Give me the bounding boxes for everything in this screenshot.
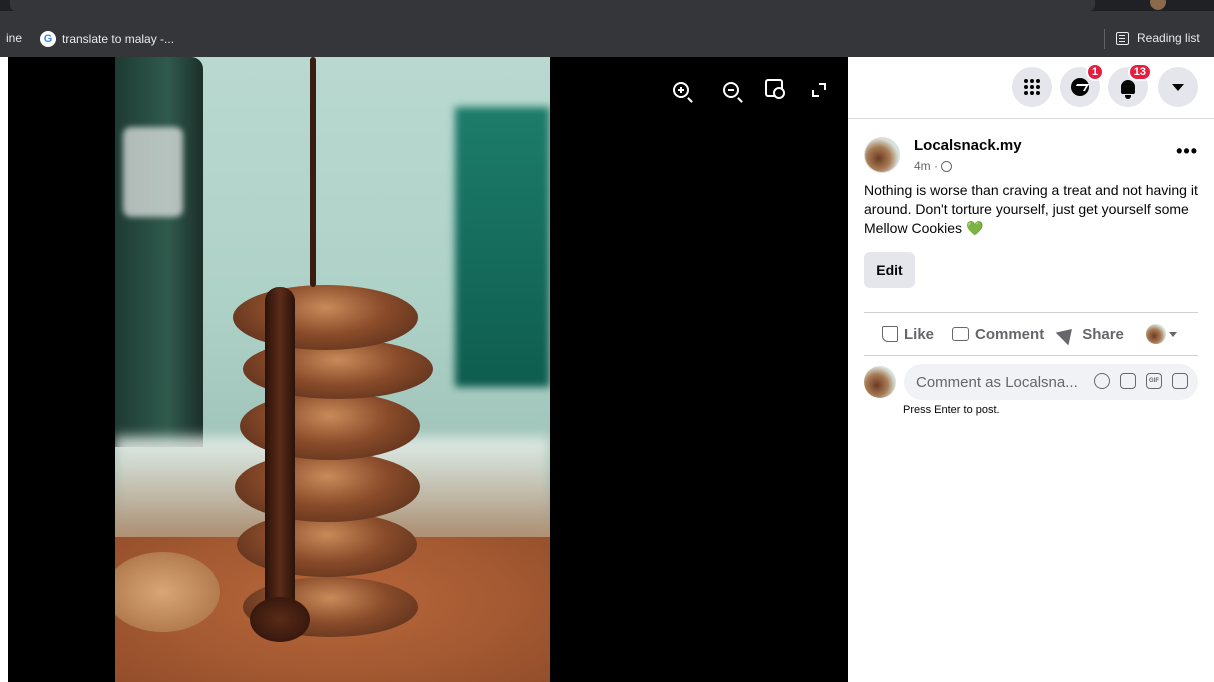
reading-list-button[interactable]: Reading list: [1116, 31, 1200, 45]
post-panel: 1 13 Localsnack.my 4m · ••• Nothing is w…: [848, 57, 1214, 682]
address-bar[interactable]: [10, 0, 1095, 11]
share-label: Share: [1082, 325, 1124, 343]
edit-button[interactable]: Edit: [864, 252, 915, 288]
globe-icon: [941, 160, 952, 172]
messenger-badge: 1: [1085, 63, 1104, 81]
google-icon: G: [40, 31, 56, 47]
grid-menu-icon: [1024, 79, 1040, 95]
photo-jar: [115, 57, 203, 447]
bell-icon: [1121, 80, 1135, 99]
photo-chocolate-drip: [310, 57, 316, 287]
photo-viewer: [8, 57, 848, 682]
press-enter-hint: Press Enter to post.: [903, 404, 1000, 416]
sticker-icon[interactable]: [1172, 373, 1188, 389]
comment-icon: [952, 327, 970, 341]
post-photo[interactable]: [115, 57, 550, 682]
bookmark-translate[interactable]: G translate to malay -...: [40, 31, 174, 47]
photo-chocolate-flow: [265, 287, 295, 617]
messenger-button[interactable]: 1: [1060, 63, 1104, 107]
photo-chocolate-pool: [250, 597, 310, 642]
fullscreen-icon: [812, 83, 826, 97]
page-name[interactable]: Localsnack.my: [914, 137, 1022, 154]
emoji-icon[interactable]: [1094, 373, 1110, 389]
like-button[interactable]: Like: [882, 326, 934, 343]
reading-list-icon: [1116, 31, 1129, 45]
bookmarks-bar: ine G translate to malay -... Reading li…: [0, 11, 1214, 57]
comment-tools: GIF: [1094, 373, 1188, 389]
camera-icon[interactable]: [1120, 373, 1136, 389]
post-actions: Like Comment Share: [864, 319, 1198, 349]
share-icon: [1055, 322, 1079, 346]
page-avatar[interactable]: [864, 137, 900, 173]
comment-composer: Comment as Localsna... GIF: [864, 364, 1198, 400]
screen: ine G translate to malay -... Reading li…: [0, 0, 1214, 682]
account-button[interactable]: [1158, 67, 1198, 107]
post-as-selector[interactable]: [1145, 324, 1177, 344]
more-options-icon[interactable]: •••: [1176, 141, 1198, 162]
bookmark-item[interactable]: ine: [6, 31, 22, 45]
profile-avatar[interactable]: [1150, 0, 1166, 10]
reading-list-label: Reading list: [1137, 31, 1200, 45]
green-heart-emoji: 💚: [965, 220, 984, 236]
comment-button[interactable]: Comment: [952, 326, 1044, 343]
post-meta: 4m ·: [914, 159, 952, 173]
post-body: Nothing is worse than craving a treat an…: [864, 182, 1198, 236]
divider: [864, 355, 1198, 356]
comment-placeholder: Comment as Localsna...: [916, 373, 1078, 391]
commenter-avatar: [864, 366, 896, 398]
gif-icon[interactable]: GIF: [1146, 373, 1162, 389]
thumbs-up-icon: [882, 326, 898, 342]
zoom-out-icon: [723, 82, 739, 98]
messenger-icon: [1071, 78, 1089, 96]
zoom-in-button[interactable]: [670, 79, 692, 101]
tag-icon: [765, 79, 785, 99]
photo-teal-box: [455, 107, 550, 387]
caret-down-icon: [1168, 331, 1177, 337]
post-time[interactable]: 4m ·: [914, 159, 938, 173]
tag-photo-button[interactable]: [763, 77, 785, 99]
like-label: Like: [904, 325, 935, 343]
post-text: Nothing is worse than craving a treat an…: [864, 181, 1198, 238]
bookmark-label: translate to malay -...: [62, 32, 175, 46]
menu-button[interactable]: [1012, 67, 1052, 107]
browser-tabstrip: [0, 0, 1214, 11]
photo-cookie: [233, 285, 418, 350]
bookmarks-divider: [1104, 29, 1105, 49]
page-avatar-small: [1145, 324, 1166, 344]
comment-label: Comment: [975, 325, 1045, 343]
zoom-out-button[interactable]: [720, 79, 742, 101]
comment-input[interactable]: Comment as Localsna... GIF: [904, 364, 1198, 400]
header-actions: 1 13: [848, 57, 1214, 119]
notifications-badge: 13: [1127, 63, 1152, 81]
share-button[interactable]: Share: [1055, 322, 1124, 346]
caret-down-icon: [1172, 83, 1184, 91]
notifications-button[interactable]: 13: [1108, 63, 1152, 107]
fullscreen-button[interactable]: [808, 79, 830, 101]
photo-cookie: [235, 452, 420, 522]
bookmark-label: ine: [6, 31, 23, 45]
zoom-in-icon: [673, 82, 689, 98]
divider: [864, 312, 1198, 313]
